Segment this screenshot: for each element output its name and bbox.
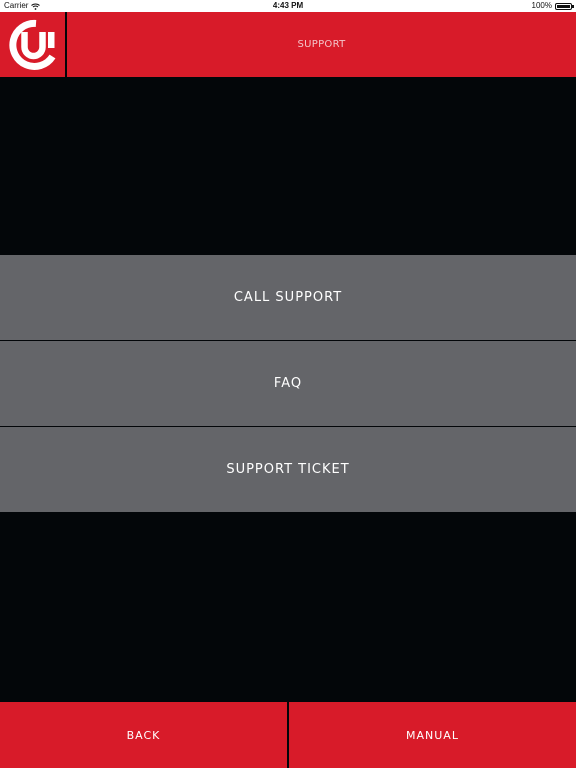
status-right: 100% xyxy=(531,0,574,12)
footer-bar: BACK MANUAL xyxy=(0,702,576,768)
main-content: CALL SUPPORT FAQ SUPPORT TICKET xyxy=(0,77,576,702)
status-bar: Carrier 4:43 PM 100% xyxy=(0,0,576,12)
faq-button[interactable]: FAQ xyxy=(0,341,576,426)
title-bar: SUPPORT xyxy=(67,12,576,77)
header: SUPPORT xyxy=(0,12,576,77)
brand-logo-icon xyxy=(8,19,55,70)
brand-logo[interactable] xyxy=(0,12,65,77)
manual-button[interactable]: MANUAL xyxy=(289,702,576,768)
back-button[interactable]: BACK xyxy=(0,702,287,768)
battery-icon xyxy=(555,2,574,10)
status-time: 4:43 PM xyxy=(272,1,304,10)
support-ticket-button[interactable]: SUPPORT TICKET xyxy=(0,427,576,512)
battery-level xyxy=(557,4,570,8)
page-title: SUPPORT xyxy=(297,39,346,50)
battery-percent: 100% xyxy=(531,1,552,10)
call-support-button[interactable]: CALL SUPPORT xyxy=(0,255,576,340)
